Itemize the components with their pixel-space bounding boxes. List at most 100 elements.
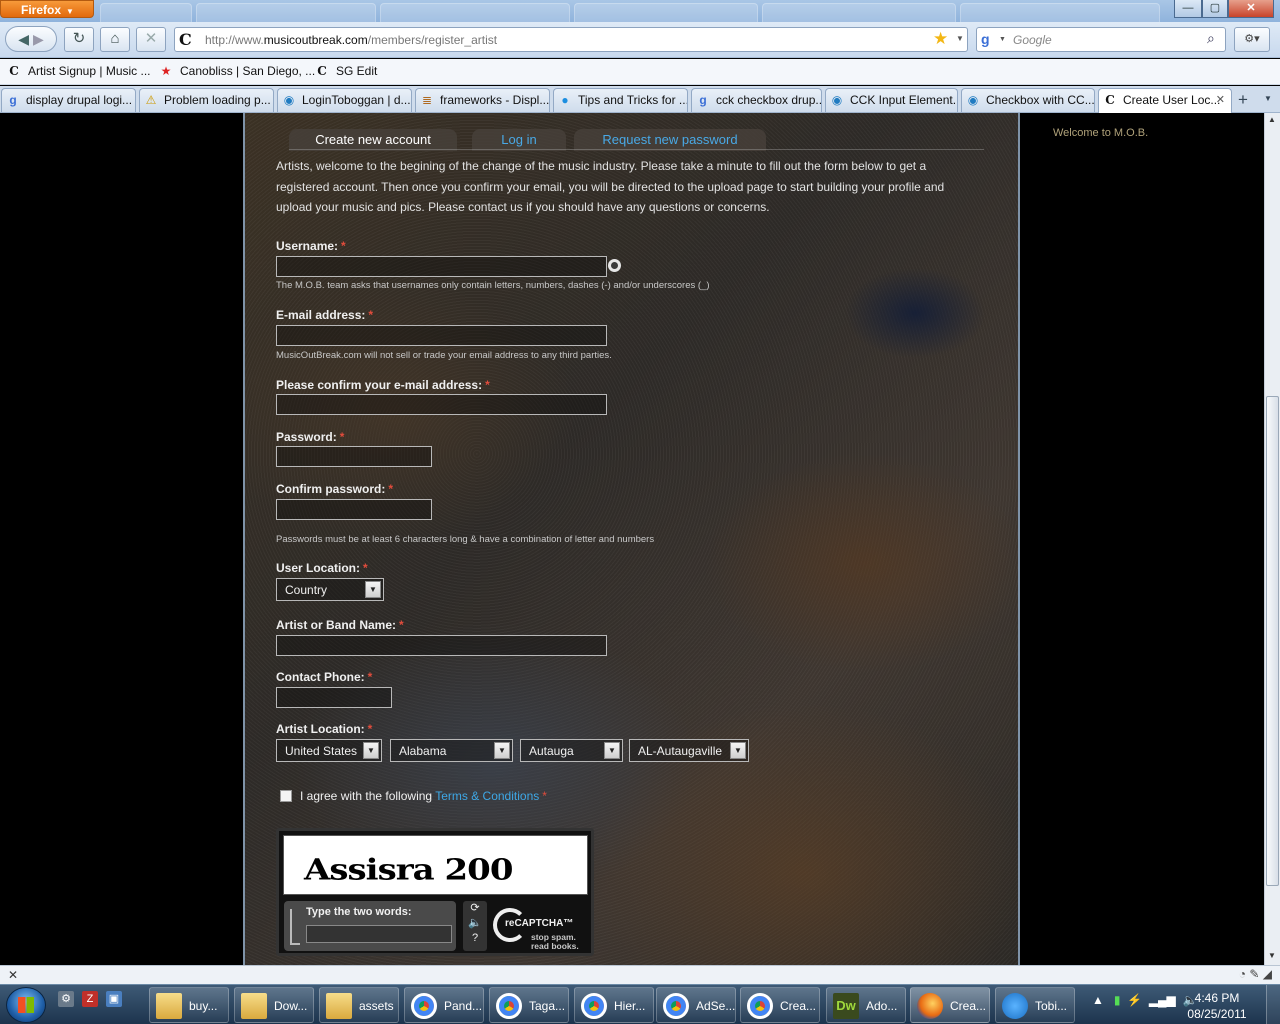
bookmark-item[interactable]: C SG Edit (314, 64, 377, 78)
tab-request-new-password[interactable]: Request new password (574, 129, 766, 151)
browser-tab[interactable]: ◉ Checkbox with CC... (961, 88, 1095, 112)
browser-tab[interactable]: g display drupal logi... (1, 88, 136, 112)
reload-button[interactable]: ↻ (64, 27, 94, 52)
browser-tab[interactable]: ◉ CCK Input Element... (825, 88, 958, 112)
google-search-engine-icon[interactable]: g (981, 31, 990, 47)
password-field[interactable] (276, 446, 432, 467)
tab-label: Checkbox with CC... (986, 93, 1095, 107)
network-icon[interactable]: ▮ (1114, 993, 1121, 1007)
firefox-menu-button[interactable]: Firefox ▼ (0, 0, 94, 18)
search-engine-dropdown-icon[interactable]: ▼ (999, 36, 1006, 43)
url-bar[interactable]: C http://www.musicoutbreak.com/members/r… (174, 27, 968, 52)
close-window-button[interactable]: ✕ (1228, 0, 1274, 18)
forward-arrow-icon[interactable]: ▶ (33, 31, 44, 47)
list-all-tabs-chevron-icon[interactable]: ▼ (1264, 94, 1272, 103)
tab-create-new-account[interactable]: Create new account (289, 129, 457, 151)
window-titlebar: Firefox ▼ — ▢ ✕ (0, 0, 1280, 22)
audio-icon[interactable]: 🔈 (463, 916, 487, 931)
signal-icon[interactable]: ▂▄▆ (1149, 993, 1176, 1007)
user-location-select[interactable]: Country ▼ (276, 578, 384, 601)
confirm-email-field[interactable] (276, 394, 607, 415)
username-input[interactable] (276, 256, 607, 277)
taskbar-item[interactable]: AdSe... (656, 987, 736, 1023)
home-button[interactable]: ⌂ (100, 27, 130, 52)
folder-icon (326, 993, 352, 1019)
terms-and-conditions-link[interactable]: Terms & Conditions (435, 789, 539, 803)
stop-button[interactable]: ✕ (136, 27, 166, 52)
search-input[interactable]: Google (1013, 33, 1052, 47)
taskbar-item-active[interactable]: Crea... (910, 987, 990, 1023)
artist-country-select[interactable]: United States ▼ (276, 739, 382, 762)
artist-city-select[interactable]: AL-Autaugaville ▼ (629, 739, 749, 762)
drupal-icon: ◉ (967, 93, 979, 107)
power-icon[interactable]: ⚡ (1127, 993, 1142, 1007)
help-icon[interactable]: ? (463, 931, 487, 946)
artist-county-select[interactable]: Autauga ▼ (520, 739, 623, 762)
tab-label: display drupal logi... (26, 93, 133, 107)
search-icon[interactable]: ⌕ (1207, 30, 1215, 47)
chevron-down-icon[interactable]: ▼ (730, 742, 746, 759)
show-desktop-button[interactable] (1266, 985, 1280, 1024)
taskbar-item[interactable]: Crea... (740, 987, 820, 1023)
status-addon-icons[interactable]: ◔ ✎ ◢ (1239, 967, 1272, 981)
quicklaunch-box-icon[interactable]: ▣ (106, 991, 122, 1007)
taskbar-item[interactable]: Dow... (234, 987, 314, 1023)
tab-log-in[interactable]: Log in (472, 129, 566, 151)
search-bar[interactable]: g ▼ Google ⌕ (976, 27, 1226, 52)
browser-tab[interactable]: ◉ LoginToboggan | d... (277, 88, 412, 112)
filezilla-icon[interactable]: Z (82, 991, 98, 1007)
user-location-label: User Location: * (276, 561, 368, 575)
scrollbar-thumb[interactable] (1266, 396, 1279, 886)
url-text[interactable]: http://www.musicoutbreak.com/members/reg… (205, 33, 497, 47)
bookmark-label: SG Edit (336, 64, 378, 78)
terms-checkbox[interactable] (280, 790, 292, 802)
chevron-down-icon[interactable]: ▼ (363, 742, 379, 759)
confirm-password-field[interactable] (276, 499, 432, 520)
taskbar-item[interactable]: Pand... (404, 987, 484, 1023)
new-tab-plus-icon[interactable]: + (1238, 90, 1248, 110)
maximize-button[interactable]: ▢ (1202, 0, 1228, 18)
browser-tab-active[interactable]: C Create User Loc... ✕ (1098, 88, 1232, 113)
url-history-dropdown-icon[interactable]: ▼ (956, 34, 964, 43)
back-forward-buttons[interactable]: ◀ ▶ (5, 26, 57, 52)
artist-state-select[interactable]: Alabama ▼ (390, 739, 513, 762)
start-button[interactable] (6, 987, 46, 1023)
taskbar-item[interactable]: buy... (149, 987, 229, 1023)
chevron-down-icon[interactable]: ▼ (494, 742, 510, 759)
chevron-down-icon[interactable]: ▼ (365, 581, 381, 598)
minimize-button[interactable]: — (1174, 0, 1202, 18)
chrome-icon (581, 993, 607, 1019)
browser-tab[interactable]: ● Tips and Tricks for ... (553, 88, 688, 112)
artist-name-field[interactable] (276, 635, 607, 656)
dreamweaver-icon: Dw (833, 993, 859, 1019)
scroll-down-arrow-icon[interactable]: ▼ (1268, 951, 1276, 960)
email-field[interactable] (276, 325, 607, 346)
taskbar-item[interactable]: Hier... (574, 987, 654, 1023)
refresh-icon[interactable]: ⟳ (463, 901, 487, 916)
site-favicon-icon: C (1105, 93, 1115, 107)
taskbar-item[interactable]: Taga... (489, 987, 569, 1023)
taskbar-item[interactable]: Dw Ado... (826, 987, 906, 1023)
captcha-input[interactable] (306, 925, 452, 943)
addon-toolbar-button[interactable]: ⚙▾ (1234, 27, 1270, 52)
intro-paragraph: Artists, welcome to the begining of the … (276, 159, 945, 214)
vertical-scrollbar[interactable]: ▲ ▼ (1264, 113, 1280, 965)
contact-phone-field[interactable] (276, 687, 392, 708)
system-clock[interactable]: 4:46 PM 08/25/2011 (1184, 990, 1250, 1022)
expand-tray-chevron-icon[interactable]: ▲ (1092, 993, 1104, 1007)
bookmark-star-icon[interactable]: ★ (933, 29, 948, 49)
chevron-down-icon[interactable]: ▼ (604, 742, 620, 759)
browser-tab[interactable]: ⚠ Problem loading p... (139, 88, 274, 112)
close-addon-bar-icon[interactable]: ✕ (8, 968, 18, 982)
navigation-toolbar: ◀ ▶ ↻ ⌂ ✕ C http://www.musicoutbreak.com… (0, 22, 1280, 58)
close-tab-icon[interactable]: ✕ (1216, 93, 1225, 106)
taskbar-item[interactable]: Tobi... (995, 987, 1075, 1023)
browser-tab[interactable]: ≣ frameworks - Displ... (415, 88, 550, 112)
bookmark-item[interactable]: C Artist Signup | Music ... (6, 64, 150, 78)
browser-tab[interactable]: g cck checkbox drup... (691, 88, 822, 112)
scroll-up-arrow-icon[interactable]: ▲ (1268, 115, 1276, 124)
quicklaunch-icon[interactable]: ⚙ (58, 991, 74, 1007)
bookmark-item[interactable]: ★ Canobliss | San Diego, ... (158, 64, 316, 78)
taskbar-item[interactable]: assets (319, 987, 399, 1023)
back-arrow-icon[interactable]: ◀ (18, 31, 29, 47)
